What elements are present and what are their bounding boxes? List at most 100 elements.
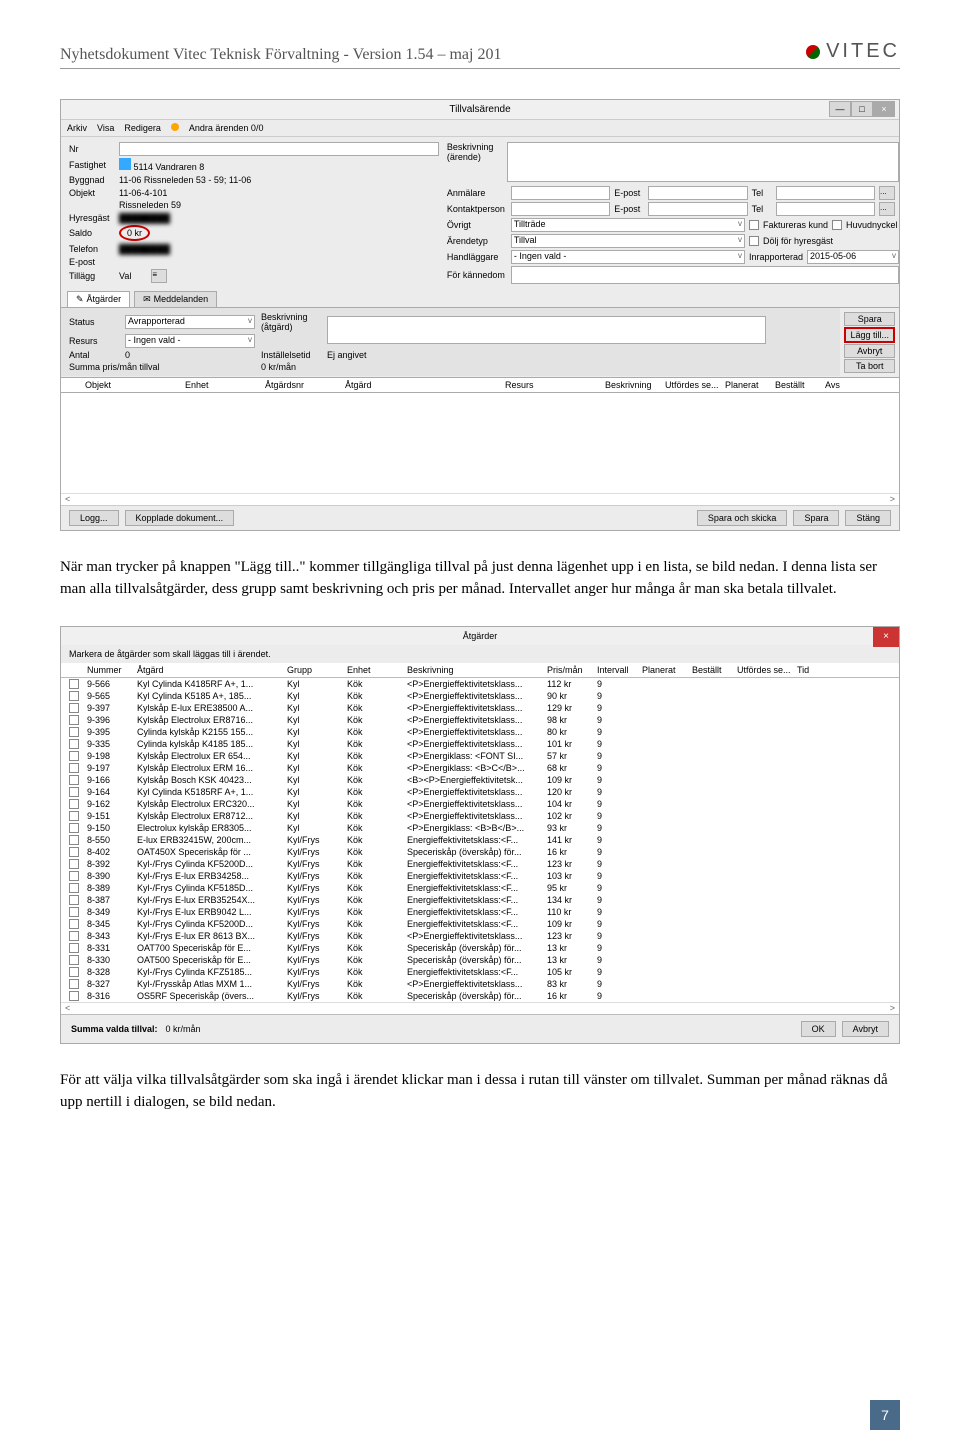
table-row[interactable]: 9-566Kyl Cylinda K4185RF A+, 1...KylKök<… — [61, 678, 899, 690]
row-checkbox[interactable] — [69, 811, 79, 821]
maximize-button[interactable]: □ — [851, 101, 873, 117]
row-checkbox[interactable] — [69, 775, 79, 785]
table-row[interactable]: 8-328Kyl-/Frys Cylinda KFZ5185...Kyl/Fry… — [61, 966, 899, 978]
row-checkbox[interactable] — [69, 799, 79, 809]
row-checkbox[interactable] — [69, 847, 79, 857]
row-checkbox[interactable] — [69, 859, 79, 869]
row-checkbox[interactable] — [69, 895, 79, 905]
resurs-select[interactable]: - Ingen vald - — [125, 334, 255, 348]
val-button[interactable]: ≡ — [151, 269, 167, 283]
table-row[interactable]: 8-327Kyl-/Frysskåp Atlas MXM 1...Kyl/Fry… — [61, 978, 899, 990]
row-checkbox[interactable] — [69, 871, 79, 881]
spara-button-footer[interactable]: Spara — [793, 510, 839, 526]
close2-button[interactable]: × — [873, 627, 899, 647]
spara-skicka-button[interactable]: Spara och skicka — [697, 510, 788, 526]
tel-input[interactable] — [776, 186, 875, 200]
table-row[interactable]: 8-345Kyl-/Frys Cylinda KF5200D...Kyl/Fry… — [61, 918, 899, 930]
refresh-icon[interactable] — [171, 123, 179, 131]
kopplade-button[interactable]: Kopplade dokument... — [125, 510, 235, 526]
table-row[interactable]: 8-392Kyl-/Frys Cylinda KF5200D...Kyl/Fry… — [61, 858, 899, 870]
row-checkbox[interactable] — [69, 715, 79, 725]
table-row[interactable]: 8-343Kyl-/Frys E-lux ER 8613 BX...Kyl/Fr… — [61, 930, 899, 942]
tab-atgarder[interactable]: ✎Åtgärder — [67, 291, 130, 307]
gcol-intervall[interactable]: Intervall — [597, 665, 642, 675]
gcol-beskrivning[interactable]: Beskrivning — [407, 665, 547, 675]
col-planerat[interactable]: Planerat — [725, 380, 775, 390]
gcol-planerat[interactable]: Planerat — [642, 665, 692, 675]
gcol-nummer[interactable]: Nummer — [87, 665, 137, 675]
minimize-button[interactable]: — — [829, 101, 851, 117]
kannedom-input[interactable] — [511, 266, 899, 284]
row-checkbox[interactable] — [69, 679, 79, 689]
table-row[interactable]: 9-151Kylskåp Electrolux ER8712...KylKök<… — [61, 810, 899, 822]
table-row[interactable]: 9-166Kylskåp Bosch KSK 40423...KylKök<B>… — [61, 774, 899, 786]
table-row[interactable]: 8-331OAT700 Speceriskåp för E...Kyl/Frys… — [61, 942, 899, 954]
row-checkbox[interactable] — [69, 907, 79, 917]
table-row[interactable]: 9-162Kylskåp Electrolux ERC320...KylKök<… — [61, 798, 899, 810]
row-checkbox[interactable] — [69, 787, 79, 797]
col-avs[interactable]: Avs — [825, 380, 865, 390]
inrapp-date[interactable]: 2015-05-06 — [807, 250, 899, 264]
close-button[interactable]: × — [873, 101, 895, 117]
table-row[interactable]: 9-396Kylskåp Electrolux ER8716...KylKök<… — [61, 714, 899, 726]
table-row[interactable]: 9-397Kylskåp E-lux ERE38500 A...KylKök<P… — [61, 702, 899, 714]
row-checkbox[interactable] — [69, 823, 79, 833]
row-checkbox[interactable] — [69, 967, 79, 977]
row-checkbox[interactable] — [69, 979, 79, 989]
table-row[interactable]: 8-550E-lux ERB32415W, 200cm...Kyl/FrysKö… — [61, 834, 899, 846]
row-checkbox[interactable] — [69, 739, 79, 749]
beskrivning-textarea[interactable] — [507, 142, 899, 182]
faktureras-checkbox[interactable] — [749, 220, 759, 230]
gcol-grupp[interactable]: Grupp — [287, 665, 347, 675]
handl-select[interactable]: - Ingen vald - — [511, 250, 745, 264]
table-row[interactable]: 9-335Cylinda kylskåp K4185 185...KylKök<… — [61, 738, 899, 750]
gcol-tid[interactable]: Tid — [797, 665, 837, 675]
gcol-bestallt[interactable]: Beställt — [692, 665, 737, 675]
epost2-input[interactable] — [648, 186, 747, 200]
epost3-input[interactable] — [648, 202, 747, 216]
row-checkbox[interactable] — [69, 835, 79, 845]
nr-input[interactable] — [119, 142, 439, 156]
horizontal-scrollbar[interactable]: <> — [61, 493, 899, 505]
gcol-atgard[interactable]: Åtgärd — [137, 665, 287, 675]
table-row[interactable]: 9-150Electrolux kylskåp ER8305...KylKök<… — [61, 822, 899, 834]
row-checkbox[interactable] — [69, 931, 79, 941]
avbryt-button[interactable]: Avbryt — [844, 344, 895, 358]
col-beskrivning[interactable]: Beskrivning — [605, 380, 665, 390]
col-atgard[interactable]: Åtgärd — [345, 380, 505, 390]
table-row[interactable]: 8-330OAT500 Speceriskåp för E...Kyl/Frys… — [61, 954, 899, 966]
huvud-checkbox[interactable] — [832, 220, 842, 230]
lagg-till-button[interactable]: Lägg till... — [844, 327, 895, 343]
table-row[interactable]: 9-565Kyl Cylinda K5185 A+, 185...KylKök<… — [61, 690, 899, 702]
status-select[interactable]: Avrapporterad — [125, 315, 255, 329]
table-row[interactable]: 9-198Kylskåp Electrolux ER 654...KylKök<… — [61, 750, 899, 762]
col-atgardsnr[interactable]: Åtgärdsnr — [265, 380, 345, 390]
gcol-utfordes[interactable]: Utfördes se... — [737, 665, 797, 675]
table-row[interactable]: 8-387Kyl-/Frys E-lux ERB35254X...Kyl/Fry… — [61, 894, 899, 906]
row-checkbox[interactable] — [69, 727, 79, 737]
tabort-button[interactable]: Ta bort — [844, 359, 895, 373]
table-row[interactable]: 8-402OAT450X Speceriskåp för ...Kyl/Frys… — [61, 846, 899, 858]
col-bestallt[interactable]: Beställt — [775, 380, 825, 390]
row-checkbox[interactable] — [69, 991, 79, 1001]
menu-visa[interactable]: Visa — [97, 123, 114, 133]
table-row[interactable]: 8-349Kyl-/Frys E-lux ERB9042 L...Kyl/Fry… — [61, 906, 899, 918]
table-row[interactable]: 8-389Kyl-/Frys Cylinda KF5185D...Kyl/Fry… — [61, 882, 899, 894]
col-enhet[interactable]: Enhet — [185, 380, 265, 390]
ovrigt-select[interactable]: Tillträde — [511, 218, 745, 232]
table-row[interactable]: 9-164Kyl Cylinda K5185RF A+, 1...KylKök<… — [61, 786, 899, 798]
avbryt2-button[interactable]: Avbryt — [842, 1021, 889, 1037]
menu-andra[interactable]: Andra ärenden 0/0 — [189, 123, 264, 133]
table-row[interactable]: 9-395Cylinda kylskåp K2155 155...KylKök<… — [61, 726, 899, 738]
kontakt-input[interactable] — [511, 202, 610, 216]
row-checkbox[interactable] — [69, 943, 79, 953]
logg-button[interactable]: Logg... — [69, 510, 119, 526]
ok-button[interactable]: OK — [801, 1021, 836, 1037]
hscroll2[interactable]: <> — [61, 1002, 899, 1014]
col-resurs[interactable]: Resurs — [505, 380, 605, 390]
row-checkbox[interactable] — [69, 955, 79, 965]
row-checkbox[interactable] — [69, 763, 79, 773]
anmalare-input[interactable] — [511, 186, 610, 200]
row-checkbox[interactable] — [69, 691, 79, 701]
col-utfordes[interactable]: Utfördes se... — [665, 380, 725, 390]
